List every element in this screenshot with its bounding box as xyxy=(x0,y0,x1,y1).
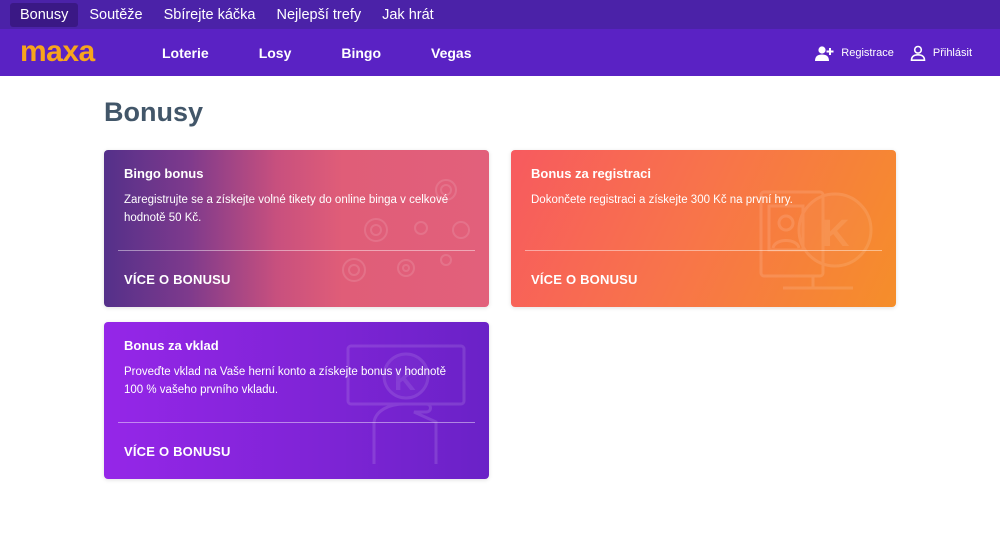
nav-loterie[interactable]: Loterie xyxy=(162,44,209,62)
main-header: maxa Loterie Losy Bingo Vegas Registrace… xyxy=(0,29,1000,76)
card-title: Bonus za vklad xyxy=(124,338,219,353)
card-more-link[interactable]: VÍCE O BONUSU xyxy=(124,444,231,460)
card-title: Bonus za registraci xyxy=(531,166,651,181)
nav-vegas[interactable]: Vegas xyxy=(431,44,471,62)
login-button[interactable]: Přihlásit xyxy=(910,45,972,61)
user-actions: Registrace Přihlásit xyxy=(814,29,972,76)
register-label: Registrace xyxy=(841,46,894,59)
tab-sbirejte-kacka[interactable]: Sbírejte káčka xyxy=(154,3,266,27)
maxa-logo[interactable]: maxa xyxy=(20,35,95,69)
login-label: Přihlásit xyxy=(932,46,972,59)
tab-souteze[interactable]: Soutěže xyxy=(79,3,152,27)
add-user-icon xyxy=(815,45,834,61)
bonus-card-registrace[interactable]: K Bonus za registraci Dokončete registra… xyxy=(511,150,896,307)
card-divider xyxy=(118,250,475,251)
deposit-hand-icon: K xyxy=(346,344,466,464)
card-divider xyxy=(118,422,475,423)
card-description: Proveďte vklad na Vaše herní konto a zís… xyxy=(124,366,447,396)
card-title: Bingo bonus xyxy=(124,166,204,181)
user-icon xyxy=(910,45,926,61)
nav-losy[interactable]: Losy xyxy=(259,44,292,62)
top-nav-bar: Bonusy Soutěže Sbírejte káčka Nejlepší t… xyxy=(0,0,1000,29)
nav-bingo[interactable]: Bingo xyxy=(341,44,381,62)
card-divider xyxy=(525,250,882,251)
bonus-card-vklad[interactable]: K Bonus za vklad Proveďte vklad na Vaše … xyxy=(104,322,489,479)
svg-text:K: K xyxy=(822,213,850,255)
bonus-card-bingo[interactable]: Bingo bonus Zaregistrujte se a získejte … xyxy=(104,150,489,307)
main-nav: Loterie Losy Bingo Vegas xyxy=(162,29,472,76)
card-more-link[interactable]: VÍCE O BONUSU xyxy=(531,272,638,288)
register-button[interactable]: Registrace xyxy=(814,45,894,61)
card-description: Zaregistrujte se a získejte volné tikety… xyxy=(124,194,449,224)
tab-jak-hrat[interactable]: Jak hrát xyxy=(372,3,444,27)
tab-bonusy[interactable]: Bonusy xyxy=(10,2,79,27)
card-description: Dokončete registraci a získejte 300 Kč n… xyxy=(531,194,793,206)
card-more-link[interactable]: VÍCE O BONUSU xyxy=(124,272,231,288)
page-title: Bonusy xyxy=(104,97,204,127)
tab-nejlepsi-trefy[interactable]: Nejlepší trefy xyxy=(266,3,371,27)
